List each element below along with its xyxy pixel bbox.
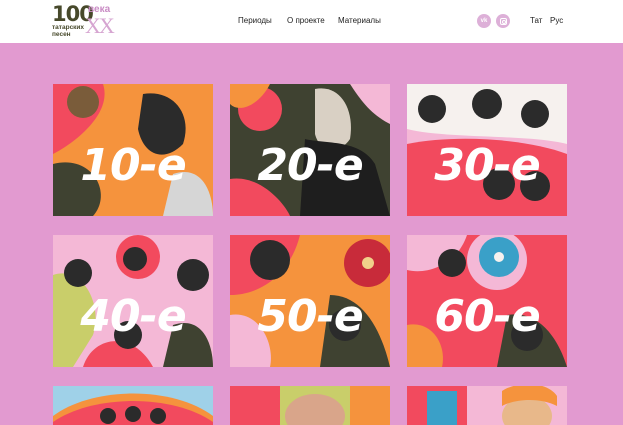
decade-card-1910s[interactable]: 10-е [53,84,213,216]
decade-card-1960s[interactable]: 60-е [407,235,567,367]
vk-icon[interactable]: vk [477,14,491,28]
decade-card-artwork [230,386,390,425]
decade-card-artwork [407,386,567,425]
nav-about-link[interactable]: О проекте [287,16,325,25]
decade-label: 20-е [257,140,363,191]
language-tat-link[interactable]: Тат [530,16,542,25]
decade-card-1940s[interactable]: 40-е [53,235,213,367]
instagram-icon[interactable] [496,14,510,28]
instagram-glyph [499,17,507,25]
decade-card-1990s[interactable] [407,386,567,425]
decade-card-1950s[interactable]: 50-е [230,235,390,367]
site-logo[interactable]: 100 века XX татарских песен [52,2,127,39]
decade-card-1980s[interactable] [230,386,390,425]
decade-label: 40-е [80,291,186,342]
decade-card-1920s[interactable]: 20-е [230,84,390,216]
decade-card-1930s[interactable]: 30-е [407,84,567,216]
logo-subtitle-line1: татарских [52,24,85,31]
language-rus-link[interactable]: Рус [550,16,563,25]
decade-card-artwork [53,386,213,425]
site-header: 100 века XX татарских песен Периоды О пр… [0,0,623,43]
logo-century-numeral: XX [85,13,115,38]
decade-card-1970s[interactable] [53,386,213,425]
nav-materials-link[interactable]: Материалы [338,16,381,25]
decade-label: 10-е [80,140,186,191]
nav-periods-link[interactable]: Периоды [238,16,272,25]
decade-label: 50-е [257,291,363,342]
decade-label: 60-е [434,291,540,342]
decade-label: 30-е [434,140,540,191]
logo-subtitle-line2: песен [52,31,71,38]
